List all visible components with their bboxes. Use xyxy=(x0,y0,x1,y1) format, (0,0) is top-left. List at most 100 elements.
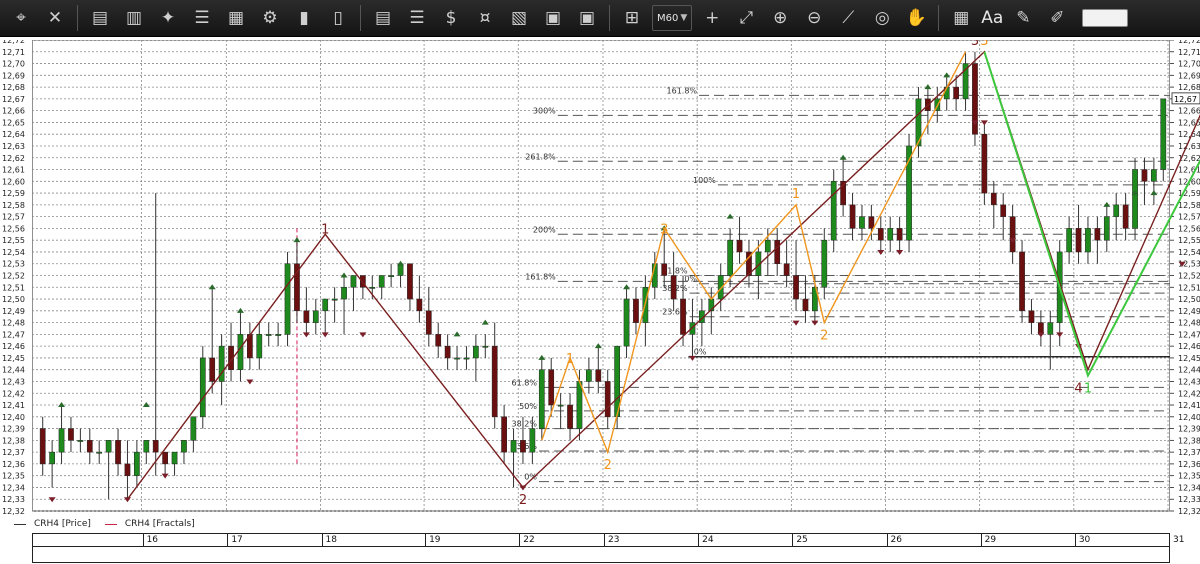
price-chart[interactable]: 12,72 12,7212,71 12,7112,70 12,7012,69 12,69… xyxy=(0,37,1200,515)
candle-body xyxy=(416,298,423,312)
crosshair-icon[interactable]: + xyxy=(697,3,727,33)
y-tick-label-left: 12,41 xyxy=(2,401,25,410)
candle-body xyxy=(1009,216,1016,253)
mobile-icon[interactable]: ▯ xyxy=(323,3,353,33)
date-label: 26 xyxy=(890,535,902,545)
y-tick-label-right: 12,49 xyxy=(1178,307,1200,316)
pencil-icon[interactable]: ✐ xyxy=(1042,3,1072,33)
starry-chart-icon[interactable]: ✦ xyxy=(153,3,183,33)
order-list-icon[interactable]: ☰ xyxy=(402,3,432,33)
y-tick-label-left: 12,67 xyxy=(2,95,25,104)
briefcase-icon[interactable]: ▣ xyxy=(538,3,568,33)
y-tick-label-left: 12,55 xyxy=(2,236,25,245)
ruler-tool-icon[interactable]: ⟋ xyxy=(833,3,863,33)
candle-body xyxy=(990,192,997,206)
y-tick-label-left: 12,65 xyxy=(2,118,25,127)
y-tick-label-right: 12,71 xyxy=(1178,48,1200,57)
table-icon[interactable]: ☰ xyxy=(187,3,217,33)
y-tick-label-right: 12,68 xyxy=(1178,83,1200,92)
candle-body xyxy=(548,369,555,406)
y-tick-label-left: 12,56 xyxy=(2,224,25,233)
legend-price-label: CRH4 [Price] xyxy=(34,519,91,529)
candle-body xyxy=(623,298,630,347)
money-order-icon[interactable]: $ xyxy=(436,3,466,33)
candle-body xyxy=(510,440,517,453)
candle-body xyxy=(633,298,639,323)
add-indicator-icon[interactable]: ⊞ xyxy=(617,3,647,33)
top-mask xyxy=(0,37,1200,40)
y-tick-label-right: 12,54 xyxy=(1178,248,1200,257)
candle-body xyxy=(350,275,357,288)
briefcase-settings-icon[interactable]: ▣ xyxy=(572,3,602,33)
y-tick-label-right: 12,46 xyxy=(1178,342,1200,351)
order-book-icon[interactable]: ▤ xyxy=(368,3,398,33)
settings-chart-icon[interactable]: ⚙ xyxy=(255,3,285,33)
candle-body xyxy=(152,440,159,453)
candle-body xyxy=(369,287,376,289)
chevron-down-icon: ▼ xyxy=(680,13,688,23)
font-settings-button[interactable]: Aa xyxy=(978,8,1006,28)
candle-body xyxy=(171,451,178,465)
zoom-in-icon[interactable]: ⊕ xyxy=(765,3,795,33)
grid-lines-icon[interactable]: ▦ xyxy=(946,3,976,33)
zoom-out-icon[interactable]: ⊖ xyxy=(799,3,829,33)
date-axis-row: 16 17 18 19 22 23 24 25 26 29 30 31 xyxy=(32,533,1184,547)
y-tick-label-left: 12,47 xyxy=(2,330,25,339)
toolbar-separator xyxy=(609,5,610,31)
candle-body xyxy=(209,357,216,382)
portfolio-icon[interactable]: ▦ xyxy=(221,3,251,33)
candle-body xyxy=(1000,204,1007,217)
document-order-icon[interactable]: ▧ xyxy=(504,3,534,33)
y-tick-label-right: 12,45 xyxy=(1178,354,1200,363)
y-tick-label-left: 12,46 xyxy=(2,342,25,351)
currency-order-icon[interactable]: ¤ xyxy=(470,3,500,33)
y-tick-label-left: 12,33 xyxy=(2,495,25,504)
candle-body xyxy=(661,263,668,276)
candle-body xyxy=(1085,228,1091,253)
legend-price: CRH4 [Price] xyxy=(14,519,91,529)
y-tick-label-left: 12,68 xyxy=(2,83,25,92)
date-label: 29 xyxy=(984,535,997,545)
y-tick-label-left: 12,71 xyxy=(2,48,25,57)
candle-body xyxy=(1103,216,1110,241)
color-swatch-button[interactable] xyxy=(1082,9,1129,27)
candle-body xyxy=(388,275,394,277)
candle-body xyxy=(425,310,432,335)
candle-body xyxy=(830,181,837,241)
y-tick-label-right: 12,47 xyxy=(1178,330,1200,339)
price-line-swatch xyxy=(14,523,26,525)
y-tick-label-left: 12,59 xyxy=(2,189,25,198)
y-tick-label-left: 12,42 xyxy=(2,389,25,398)
candle-body xyxy=(529,428,536,453)
chart-window-icon[interactable]: ▥ xyxy=(119,3,149,33)
candle-body xyxy=(501,416,507,453)
candle-body xyxy=(454,357,460,360)
ruler-icon[interactable]: ▮ xyxy=(289,3,319,33)
period-select[interactable]: M60 ▼ xyxy=(652,5,693,31)
date-axis-footer xyxy=(32,546,1170,563)
y-tick-label-left: 12,70 xyxy=(2,60,25,69)
hand-icon[interactable]: ✋ xyxy=(901,3,931,33)
candle-body xyxy=(284,263,291,335)
fit-screen-icon[interactable]: ⤢ xyxy=(731,3,761,33)
y-tick-label-right: 12,42 xyxy=(1178,389,1200,398)
y-tick-label-right: 12,69 xyxy=(1178,71,1200,80)
y-tick-label-right: 12,38 xyxy=(1178,436,1200,445)
candle-body xyxy=(586,369,592,382)
y-tick-label-left: 12,43 xyxy=(2,377,25,386)
target-icon[interactable]: ◎ xyxy=(867,3,897,33)
add-chart-icon[interactable]: ▤ xyxy=(85,3,115,33)
toolbar: ⌖ ✕ ▤ ▥ ✦ ☰ ▦ ⚙ ▮ ▯ ▤ ☰ $ ¤ ▧ ▣ ▣ ⊞ M60 ▼ + ⤢ ⊕ ⊖ ⟋ ◎ ✋ ▦ Aa ✎ ✐ xyxy=(0,0,1200,37)
date-label: 23 xyxy=(608,535,620,545)
y-tick-label-left: 12,69 xyxy=(2,71,25,80)
candle-body xyxy=(1094,228,1101,241)
draw-tool-icon[interactable]: ✎ xyxy=(1008,3,1038,33)
y-tick-label-left: 12,53 xyxy=(2,260,25,269)
y-tick-label-left: 12,38 xyxy=(2,436,25,445)
crosshair-off-icon[interactable]: ⌖ xyxy=(6,3,36,33)
y-tick-label-right: 12,40 xyxy=(1178,413,1200,422)
remove-crosshair-icon[interactable]: ✕ xyxy=(40,3,70,33)
y-tick-label-right: 12,44 xyxy=(1178,366,1200,375)
y-tick-label-right: 12,52 xyxy=(1178,272,1200,281)
candle-body xyxy=(774,239,781,264)
